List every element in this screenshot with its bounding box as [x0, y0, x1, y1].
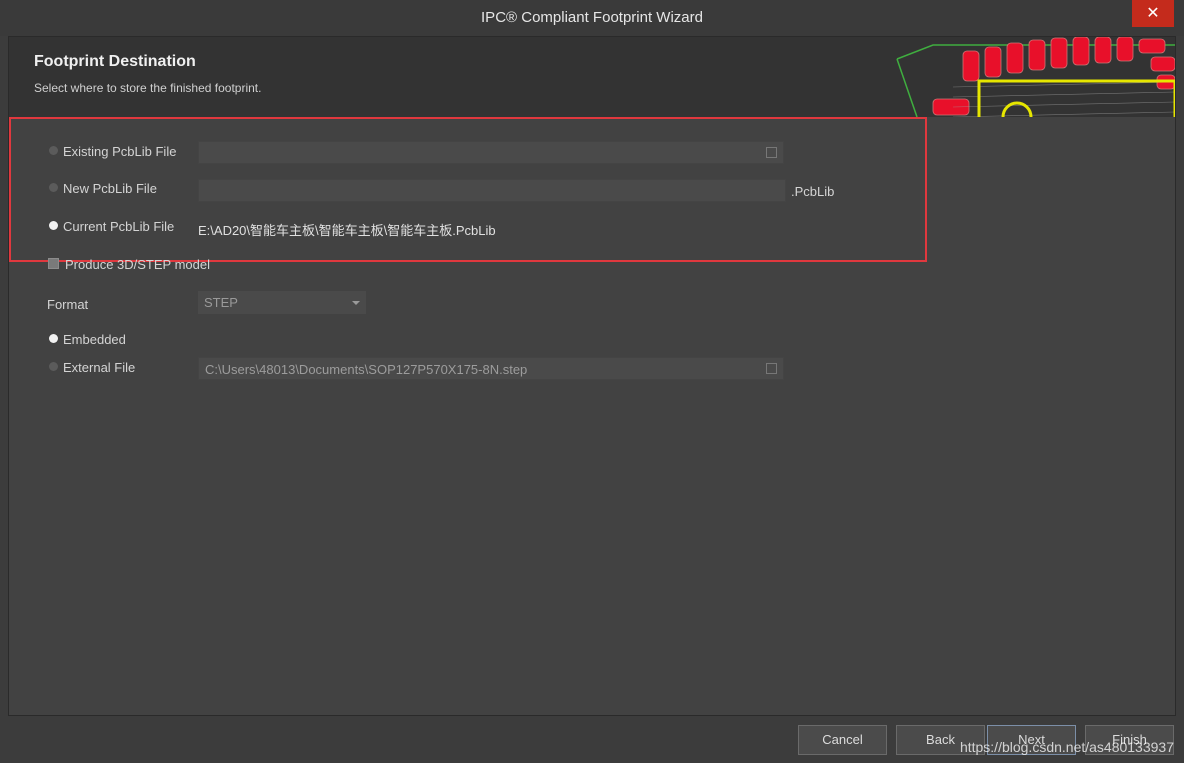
window-title: IPC® Compliant Footprint Wizard: [481, 9, 703, 26]
embedded-label: Embedded: [63, 332, 126, 347]
format-label: Format: [47, 297, 89, 312]
external-file-label: External File: [63, 360, 136, 375]
footprint-illustration: [893, 37, 1175, 117]
produce-model-label: Produce 3D/STEP model: [65, 257, 210, 272]
watermark-text: https://blog.csdn.net/as480133937: [959, 739, 1174, 755]
cancel-button[interactable]: Cancel: [798, 725, 887, 755]
page-title: Footprint Destination: [34, 53, 196, 70]
format-select[interactable]: STEP: [198, 291, 366, 314]
embedded-radio[interactable]: [49, 334, 58, 343]
external-file-radio[interactable]: [49, 362, 58, 371]
title-bar: IPC® Compliant Footprint Wizard ✕: [0, 0, 1184, 36]
browse-file-icon[interactable]: [766, 363, 777, 374]
chevron-down-icon: [352, 301, 360, 305]
highlight-box: [9, 117, 927, 262]
produce-model-checkbox[interactable]: [48, 258, 59, 269]
page-header: Footprint Destination Select where to st…: [9, 37, 1175, 117]
close-button[interactable]: ✕: [1132, 0, 1174, 27]
external-file-field[interactable]: C:\Users\48013\Documents\SOP127P570X175-…: [198, 357, 784, 380]
page-subtitle: Select where to store the finished footp…: [34, 81, 262, 95]
